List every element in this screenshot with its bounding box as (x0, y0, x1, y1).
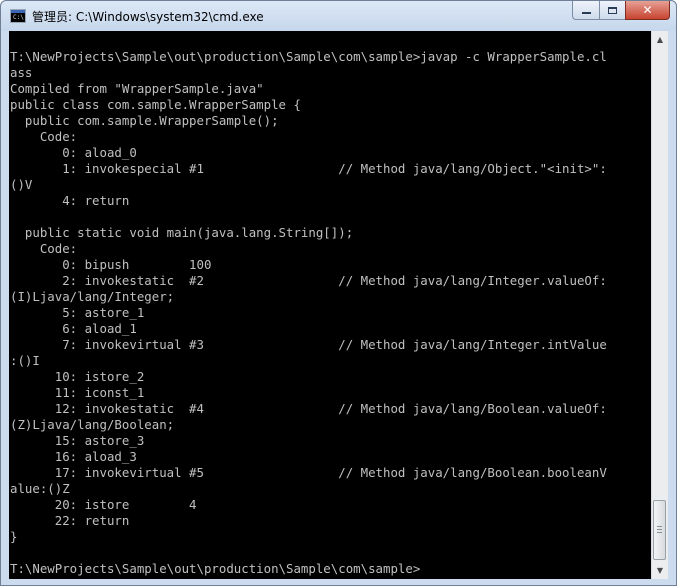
console-line: Code: (10, 129, 78, 144)
console-line: T:\NewProjects\Sample\out\production\Sam… (10, 561, 421, 576)
console-output[interactable]: T:\NewProjects\Sample\out\production\Sam… (9, 31, 651, 579)
console-line: 6: aload_1 (10, 321, 137, 336)
console-line: Code: (10, 241, 78, 256)
console-line: 17: invokevirtual #5 // Method java/lang… (10, 465, 607, 480)
console-line: 4: return (10, 193, 130, 208)
console-line: public static void main(java.lang.String… (10, 225, 354, 240)
console-text: T:\NewProjects\Sample\out\production\Sam… (10, 49, 607, 577)
title-bar[interactable]: C:\ 管理员: C:\Windows\system32\cmd.exe ✕ (1, 1, 676, 31)
maximize-button[interactable] (599, 1, 625, 20)
console-line: 16: aload_3 (10, 449, 137, 464)
console-line: (I)Ljava/lang/Integer; (10, 289, 175, 304)
console-line: T:\NewProjects\Sample\out\production\Sam… (10, 49, 607, 64)
console-line: 0: aload_0 (10, 145, 137, 160)
scroll-up-arrow-icon[interactable]: ▲ (652, 31, 668, 48)
console-line: 7: invokevirtual #3 // Method java/lang/… (10, 337, 607, 352)
vertical-scrollbar[interactable]: ▲ ▼ (651, 31, 668, 579)
cmd-window: C:\ 管理员: C:\Windows\system32\cmd.exe ✕ T… (0, 0, 677, 586)
scroll-down-arrow-icon[interactable]: ▼ (652, 562, 668, 579)
minimize-icon (581, 12, 591, 14)
console-line: alue:()Z (10, 481, 70, 496)
console-line: 11: iconst_1 (10, 385, 145, 400)
console-line: ()V (10, 177, 33, 192)
console-line: 15: astore_3 (10, 433, 145, 448)
cmd-app-icon[interactable]: C:\ (10, 9, 26, 23)
console-line: } (10, 529, 18, 544)
console-line: 0: bipush 100 (10, 257, 212, 272)
caption-buttons: ✕ (572, 1, 670, 21)
minimize-button[interactable] (572, 1, 599, 20)
close-button[interactable]: ✕ (625, 1, 670, 20)
window-title: 管理员: C:\Windows\system32\cmd.exe (32, 10, 264, 24)
console-line: 1: invokespecial #1 // Method java/lang/… (10, 161, 607, 176)
console-line: public com.sample.WrapperSample(); (10, 113, 279, 128)
console-line: Compiled from "WrapperSample.java" (10, 81, 264, 96)
scrollbar-thumb[interactable] (653, 500, 666, 560)
console-line: 12: invokestatic #4 // Method java/lang/… (10, 401, 607, 416)
console-line: 22: return (10, 513, 130, 528)
console-line: 5: astore_1 (10, 305, 145, 320)
console-line: 2: invokestatic #2 // Method java/lang/I… (10, 273, 607, 288)
console-line: public class com.sample.WrapperSample { (10, 97, 301, 112)
close-icon: ✕ (642, 3, 653, 17)
console-line: (Z)Ljava/lang/Boolean; (10, 417, 175, 432)
maximize-icon (608, 6, 617, 14)
console-line: 10: istore_2 (10, 369, 145, 384)
console-line: 20: istore 4 (10, 497, 197, 512)
console-line: :()I (10, 353, 40, 368)
console-line: ass (10, 65, 33, 80)
